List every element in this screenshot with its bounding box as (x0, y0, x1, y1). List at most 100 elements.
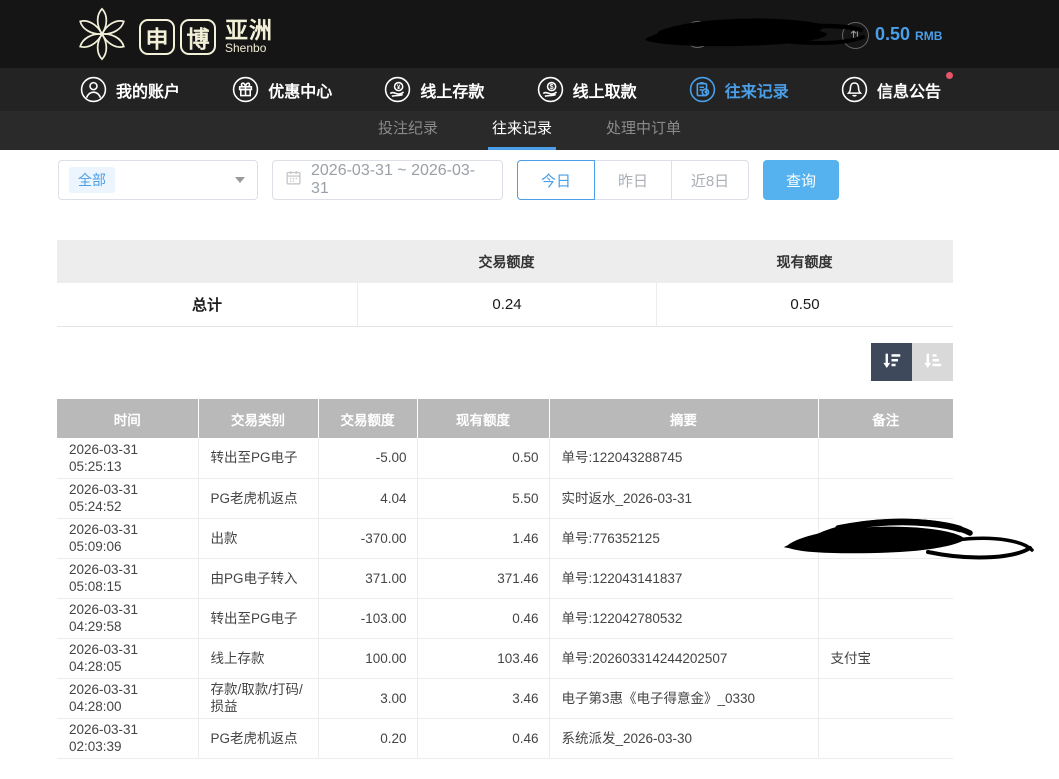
col-header-amount: 交易额度 (318, 399, 417, 438)
tab-transaction-records[interactable]: 往来记录 (488, 111, 556, 150)
summary-total-label: 总计 (57, 294, 357, 315)
chevron-down-icon (235, 177, 245, 183)
cell-note (818, 438, 953, 478)
records-table: 时间 交易类别 交易额度 现有额度 摘要 备注 2026-03-31 05:25… (57, 399, 953, 759)
transaction-type-select[interactable]: 全部 (58, 160, 258, 200)
col-header-summary: 摘要 (549, 399, 818, 438)
redaction-scribble-top (643, 17, 865, 55)
tab-betting-records[interactable]: 投注纪录 (374, 111, 442, 150)
cell-type: 由PG电子转入 (198, 558, 318, 598)
nav-label: 线上取款 (573, 78, 637, 102)
cell-type: 存款/取款/打码/损益 (198, 678, 318, 718)
tab-pending-orders[interactable]: 处理中订单 (602, 111, 685, 150)
filter-bar: 全部 2026-03-31 ~ 2026-03-31 今日 昨日 近8日 查询 (58, 160, 1059, 200)
cell-note (818, 598, 953, 638)
cell-type: 线上存款 (198, 638, 318, 678)
table-row: 2026-03-31 05:25:13 转出至PG电子 -5.00 0.50 单… (57, 438, 953, 478)
col-header-note: 备注 (818, 399, 953, 438)
cell-type: 转出至PG电子 (198, 598, 318, 638)
logo-region-cn: 亚洲 (225, 18, 273, 42)
sub-navigation: 投注纪录 往来记录 处理中订单 (0, 111, 1059, 150)
account-balance: 0.50 RMB (875, 0, 942, 68)
nav-label: 线上存款 (420, 78, 484, 102)
quick-date-group: 今日 昨日 近8日 (517, 160, 749, 200)
cell-note (818, 478, 953, 518)
logo-region-en: Shenbo (225, 42, 273, 55)
col-header-balance: 现有额度 (417, 399, 549, 438)
cell-amount: 100.00 (318, 638, 417, 678)
bell-icon (841, 76, 868, 103)
sort-descending-button[interactable] (871, 343, 912, 381)
cell-type: 转出至PG电子 (198, 438, 318, 478)
cell-note (818, 678, 953, 718)
summary-header-balance: 现有额度 (656, 252, 953, 272)
cell-time: 2026-03-31 04:29:58 (57, 598, 198, 638)
cell-time: 2026-03-31 05:25:13 (57, 438, 198, 478)
cell-summary: 系统派发_2026-03-30 (549, 718, 818, 758)
cell-balance: 1.46 (417, 518, 549, 558)
cell-type: PG老虎机返点 (198, 478, 318, 518)
sort-ascending-icon (922, 350, 944, 375)
cell-balance: 371.46 (417, 558, 549, 598)
summary-total-row: 总计 0.24 0.50 (57, 283, 953, 327)
logo-characters: 申 博 (139, 19, 216, 55)
redaction-scribble-table (778, 516, 1034, 568)
cell-amount: -103.00 (318, 598, 417, 638)
cell-balance: 0.46 (417, 598, 549, 638)
logo-char-shen: 申 (139, 19, 175, 55)
yesterday-button[interactable]: 昨日 (594, 160, 672, 200)
cell-balance: 5.50 (417, 478, 549, 518)
sort-ascending-button[interactable] (912, 343, 953, 381)
cell-time: 2026-03-31 04:28:00 (57, 678, 198, 718)
cell-amount: 0.20 (318, 718, 417, 758)
cell-summary: 实时返水_2026-03-31 (549, 478, 818, 518)
transaction-records-page: 申 博 亚洲 Shenbo ⇅ 0.50 RMB (0, 0, 1059, 779)
cell-amount: 3.00 (318, 678, 417, 718)
nav-item-announcements[interactable]: 信息公告 (841, 76, 941, 103)
date-range-value: 2026-03-31 ~ 2026-03-31 (311, 162, 490, 198)
nav-label: 我的账户 (116, 78, 180, 102)
nav-item-promotions[interactable]: 优惠中心 (232, 76, 332, 103)
cell-time: 2026-03-31 04:28:05 (57, 638, 198, 678)
nav-item-transaction-records[interactable]: 往来记录 (689, 76, 789, 103)
cell-balance: 3.46 (417, 678, 549, 718)
table-row: 2026-03-31 04:28:00 存款/取款/打码/损益 3.00 3.4… (57, 678, 953, 718)
svg-text:¥: ¥ (397, 84, 401, 91)
logo-region: 亚洲 Shenbo (225, 18, 273, 55)
table-row: 2026-03-31 05:24:52 PG老虎机返点 4.04 5.50 实时… (57, 478, 953, 518)
summary-header-transaction: 交易额度 (357, 252, 656, 272)
col-header-type: 交易类别 (198, 399, 318, 438)
cell-amount: 4.04 (318, 478, 417, 518)
records-header-row: 时间 交易类别 交易额度 现有额度 摘要 备注 (57, 399, 953, 438)
summary-table: 交易额度 现有额度 总计 0.24 0.50 (57, 240, 953, 327)
nav-item-online-withdrawal[interactable]: $ 线上取款 (537, 76, 637, 103)
cell-type: PG老虎机返点 (198, 718, 318, 758)
notification-badge (946, 72, 953, 79)
nav-label: 往来记录 (725, 78, 789, 102)
cell-note (818, 718, 953, 758)
nav-item-my-account[interactable]: 我的账户 (80, 76, 180, 103)
sort-descending-icon (881, 350, 903, 375)
last-8-days-button[interactable]: 近8日 (671, 160, 749, 200)
brand-logo[interactable]: 申 博 亚洲 Shenbo (72, 4, 273, 69)
balance-currency: RMB (915, 29, 942, 43)
date-range-input[interactable]: 2026-03-31 ~ 2026-03-31 (272, 160, 503, 200)
table-row: 2026-03-31 04:29:58 转出至PG电子 -103.00 0.46… (57, 598, 953, 638)
cell-amount: -5.00 (318, 438, 417, 478)
summary-total-transaction: 0.24 (357, 283, 656, 326)
cell-balance: 0.46 (417, 718, 549, 758)
nav-item-online-deposit[interactable]: ¥ 线上存款 (384, 76, 484, 103)
main-navigation: 我的账户 优惠中心 ¥ 线上存款 $ 线上取款 往来记录 (0, 68, 1059, 111)
user-icon (80, 76, 107, 103)
col-header-time: 时间 (57, 399, 198, 438)
cell-time: 2026-03-31 02:03:39 (57, 718, 198, 758)
svg-text:$: $ (549, 82, 553, 91)
today-button[interactable]: 今日 (517, 160, 595, 200)
selected-type-tag: 全部 (69, 167, 115, 193)
nav-label: 优惠中心 (268, 78, 332, 102)
search-button[interactable]: 查询 (763, 160, 839, 200)
nav-label: 信息公告 (877, 78, 941, 102)
cell-time: 2026-03-31 05:24:52 (57, 478, 198, 518)
cell-note: 支付宝 (818, 638, 953, 678)
cell-summary: 单号:122043288745 (549, 438, 818, 478)
